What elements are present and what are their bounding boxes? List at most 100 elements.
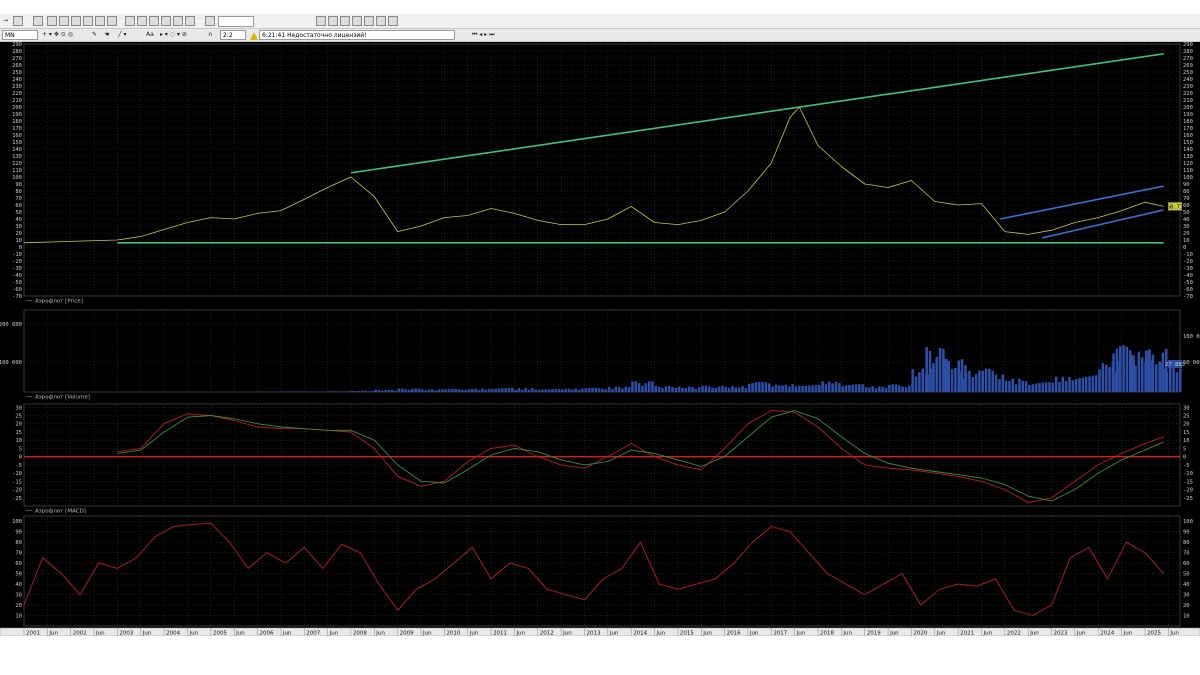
volume-bar	[998, 379, 1001, 392]
volume-bar	[1112, 353, 1115, 392]
x-axis-label: 2019	[867, 631, 881, 637]
volume-bar	[1144, 350, 1148, 392]
volume-ytick-left: 200 000	[0, 322, 22, 328]
volume-bar	[1021, 380, 1025, 392]
volume-bar	[437, 389, 441, 392]
volume-bar	[721, 385, 724, 392]
x-axis-label: 2005	[213, 631, 227, 637]
price-ytick-left: 160	[12, 133, 22, 139]
volume-bar	[707, 386, 711, 392]
volume-bar	[944, 358, 947, 392]
volume-bar	[911, 369, 914, 392]
x-axis-label: 2014	[633, 631, 647, 637]
volume-bar	[935, 357, 938, 392]
volume-bar	[691, 386, 694, 392]
x-axis-label: Jun	[469, 631, 479, 637]
price-ytick-left: 100	[12, 175, 22, 181]
chart-panes[interactable]: 290 290280 280270 270260 260250 250240 240230 2…	[0, 14, 1200, 636]
volume-bar	[794, 386, 798, 392]
volume-bar	[974, 374, 978, 392]
volume-bar	[761, 381, 764, 392]
volume-bar	[921, 368, 924, 392]
price-ytick-left: 190	[12, 112, 22, 118]
volume-bar	[397, 388, 401, 392]
volume-bar	[644, 383, 648, 392]
volume-bar	[681, 387, 684, 392]
volume-bar	[1028, 384, 1031, 392]
price-ytick-left: 150	[12, 140, 22, 146]
volume-bar	[374, 389, 377, 392]
volume-bar	[961, 378, 965, 392]
rsi-ytick-right: 20	[1183, 603, 1190, 609]
volume-bar	[284, 391, 287, 392]
volume-bar	[457, 389, 461, 392]
volume-bar	[571, 389, 574, 392]
volume-bar	[784, 384, 788, 392]
x-axis-label: Jun	[562, 631, 572, 637]
volume-bar	[1162, 368, 1165, 392]
volume-bar	[978, 370, 981, 392]
volume-bar	[541, 389, 544, 392]
volume-bar	[334, 391, 337, 392]
volume-bar	[798, 386, 801, 392]
x-axis-label: 2012	[540, 631, 554, 637]
x-axis-label: Jun	[95, 631, 105, 637]
volume-bar	[304, 391, 307, 392]
volume-bar	[484, 389, 487, 392]
volume-bar	[1115, 348, 1119, 392]
x-axis-label: Jun	[889, 631, 899, 637]
price-ytick-left: 70	[15, 196, 22, 202]
volume-bar	[1078, 378, 1081, 392]
rsi-ytick-right: 10	[1183, 614, 1190, 620]
price-ytick-left: 0	[19, 245, 22, 251]
volume-bar	[561, 389, 564, 392]
volume-bar	[874, 388, 878, 392]
macd-ytick-right: -10	[1183, 471, 1193, 477]
x-axis-label: 2023	[1054, 631, 1068, 637]
volume-bar	[330, 391, 334, 392]
volume-bar	[1041, 382, 1045, 392]
volume-bar	[1165, 372, 1169, 392]
volume-bar	[444, 389, 447, 392]
volume-bar	[414, 388, 417, 392]
price-ytick-right: -70	[1183, 294, 1193, 300]
price-ytick-left: -30	[12, 266, 22, 272]
price-ytick-left: 200	[12, 105, 22, 111]
rsi-ytick-left: 90	[15, 530, 22, 536]
volume-bar	[684, 388, 688, 392]
volume-bar	[674, 387, 678, 392]
x-axis-label: 2011	[493, 631, 507, 637]
price-ytick-left: -70	[12, 294, 22, 300]
rsi-ytick-right: 40	[1183, 582, 1190, 588]
volume-bar	[751, 382, 754, 392]
volume-bar	[577, 389, 581, 392]
price-ytick-right: 20	[1183, 231, 1190, 237]
x-axis-label: 2007	[306, 631, 320, 637]
rsi-ytick-right: 60	[1183, 561, 1190, 567]
volume-bar	[1134, 365, 1137, 392]
price-ytick-right: 100	[1183, 175, 1193, 181]
x-axis-label: Jun	[1169, 631, 1179, 637]
volume-bar	[531, 388, 534, 392]
volume-bar	[1008, 380, 1011, 392]
x-axis-label: 2003	[119, 631, 133, 637]
volume-bar	[1098, 369, 1101, 392]
volume-bar	[1058, 381, 1061, 392]
volume-bar	[584, 388, 588, 392]
volume-bar	[641, 385, 644, 392]
volume-bar	[454, 389, 457, 392]
chart-application: → MN + ▾ ✥ ⊙ ◎ ✎ ☚ ╱ ▾ Aa ▸ ▾ ◌ ▾ ⊘ ∩ 2:…	[0, 14, 1200, 636]
x-axis-label: Jun	[796, 631, 806, 637]
volume-bar	[694, 388, 698, 392]
volume-bar	[741, 386, 744, 392]
x-axis-label: Jun	[609, 631, 619, 637]
price-ytick-left: 130	[12, 154, 22, 160]
price-ytick-left: 10	[15, 238, 22, 244]
volume-bar	[1014, 384, 1018, 392]
x-axis-label: Jun	[702, 631, 712, 637]
volume-bar	[971, 377, 975, 392]
volume-ytick-right: 50 000	[1183, 360, 1200, 366]
volume-bar	[477, 389, 481, 392]
volume-bar	[925, 347, 928, 392]
volume-bar	[928, 351, 932, 392]
